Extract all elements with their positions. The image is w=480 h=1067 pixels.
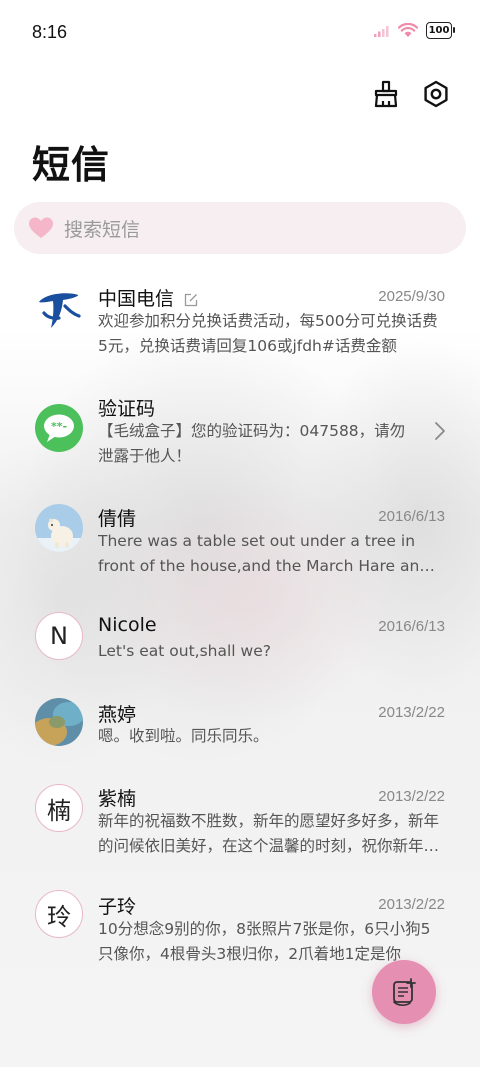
compose-button[interactable] xyxy=(372,960,436,1024)
message-date: 2025/9/30 xyxy=(378,288,445,305)
svg-text:**-: **- xyxy=(51,420,67,433)
broom-icon xyxy=(374,80,398,108)
message-preview: 【毛绒盒子】您的验证码为：047588，请勿泄露于他人！ xyxy=(98,422,406,465)
gear-icon xyxy=(424,80,448,108)
list-item[interactable]: **- 验证码 【毛绒盒子】您的验证码为：047588，请勿泄露于他人！ xyxy=(0,386,480,486)
status-bar: 8:16 100 xyxy=(0,0,480,68)
search-placeholder: 搜索短信 xyxy=(64,218,141,241)
heart-icon xyxy=(28,215,54,241)
contact-name: Nicole xyxy=(98,614,157,636)
message-preview: 嗯。收到啦。同乐同乐。 xyxy=(98,727,269,745)
contact-name: 验证码 xyxy=(98,398,156,420)
message-preview: Let's eat out,shall we? xyxy=(98,642,271,660)
china-telecom-logo-icon xyxy=(35,286,83,334)
list-item[interactable]: 倩倩 2016/6/13 There was a table set out u… xyxy=(0,496,480,596)
battery-icon: 100 xyxy=(426,22,455,39)
signal-icon xyxy=(374,25,389,37)
contact-name: 倩倩 xyxy=(98,508,137,530)
avatar: N xyxy=(35,612,83,660)
avatar: 楠 xyxy=(35,784,83,832)
message-date: 2013/2/22 xyxy=(378,704,445,721)
message-date: 2016/6/13 xyxy=(378,618,445,635)
message-date: 2013/2/22 xyxy=(378,896,445,913)
message-preview: 欢迎参加积分兑换话费活动，每500分可兑换话费5元，兑换话费请回复106或jfd… xyxy=(98,312,438,355)
message-preview: 10分想念9别的你，8张照片7张是你，6只小狗5只像你，4根骨头3根归你，2爪着… xyxy=(98,920,431,963)
page-title: 短信 xyxy=(32,143,111,187)
list-item[interactable]: 中国电信 2025/9/30 欢迎参加积分兑换话费活动，每500分可兑换话费5元… xyxy=(0,276,480,376)
list-item[interactable]: N Nicole 2016/6/13 Let's eat out,shall w… xyxy=(0,606,480,706)
status-icons: 100 xyxy=(374,22,455,39)
contact-name: 紫楠 xyxy=(98,788,137,810)
list-item[interactable]: 楠 紫楠 2013/2/22 新年的祝福数不胜数，新年的愿望好多好多，新年的问候… xyxy=(0,784,480,884)
header-actions xyxy=(370,78,452,110)
status-time: 8:16 xyxy=(32,22,68,42)
contact-name: 燕婷 xyxy=(98,704,137,726)
chevron-right-icon xyxy=(435,422,445,440)
avatar: 玲 xyxy=(35,890,83,938)
message-date: 2013/2/22 xyxy=(378,788,445,805)
verification-chat-icon: **- xyxy=(35,404,83,452)
new-message-icon xyxy=(393,978,416,1006)
polar-bear-avatar xyxy=(35,504,83,552)
photo-avatar xyxy=(35,698,83,746)
contact-name: 中国电信 xyxy=(98,288,175,310)
message-preview: There was a table set out under a tree i… xyxy=(98,532,430,575)
message-preview: 新年的祝福数不胜数，新年的愿望好多好多，新年的问候依旧美好，在这个温馨的时刻，祝… xyxy=(98,812,440,855)
wifi-icon xyxy=(398,23,418,37)
settings-button[interactable] xyxy=(420,78,452,110)
search-input[interactable]: 搜索短信 xyxy=(14,202,466,254)
edit-icon xyxy=(184,293,198,306)
list-item[interactable]: 燕婷 2013/2/22 嗯。收到啦。同乐同乐。 xyxy=(0,696,480,796)
message-date: 2016/6/13 xyxy=(378,508,445,525)
clean-button[interactable] xyxy=(370,78,402,110)
contact-name: 子玲 xyxy=(98,896,137,918)
